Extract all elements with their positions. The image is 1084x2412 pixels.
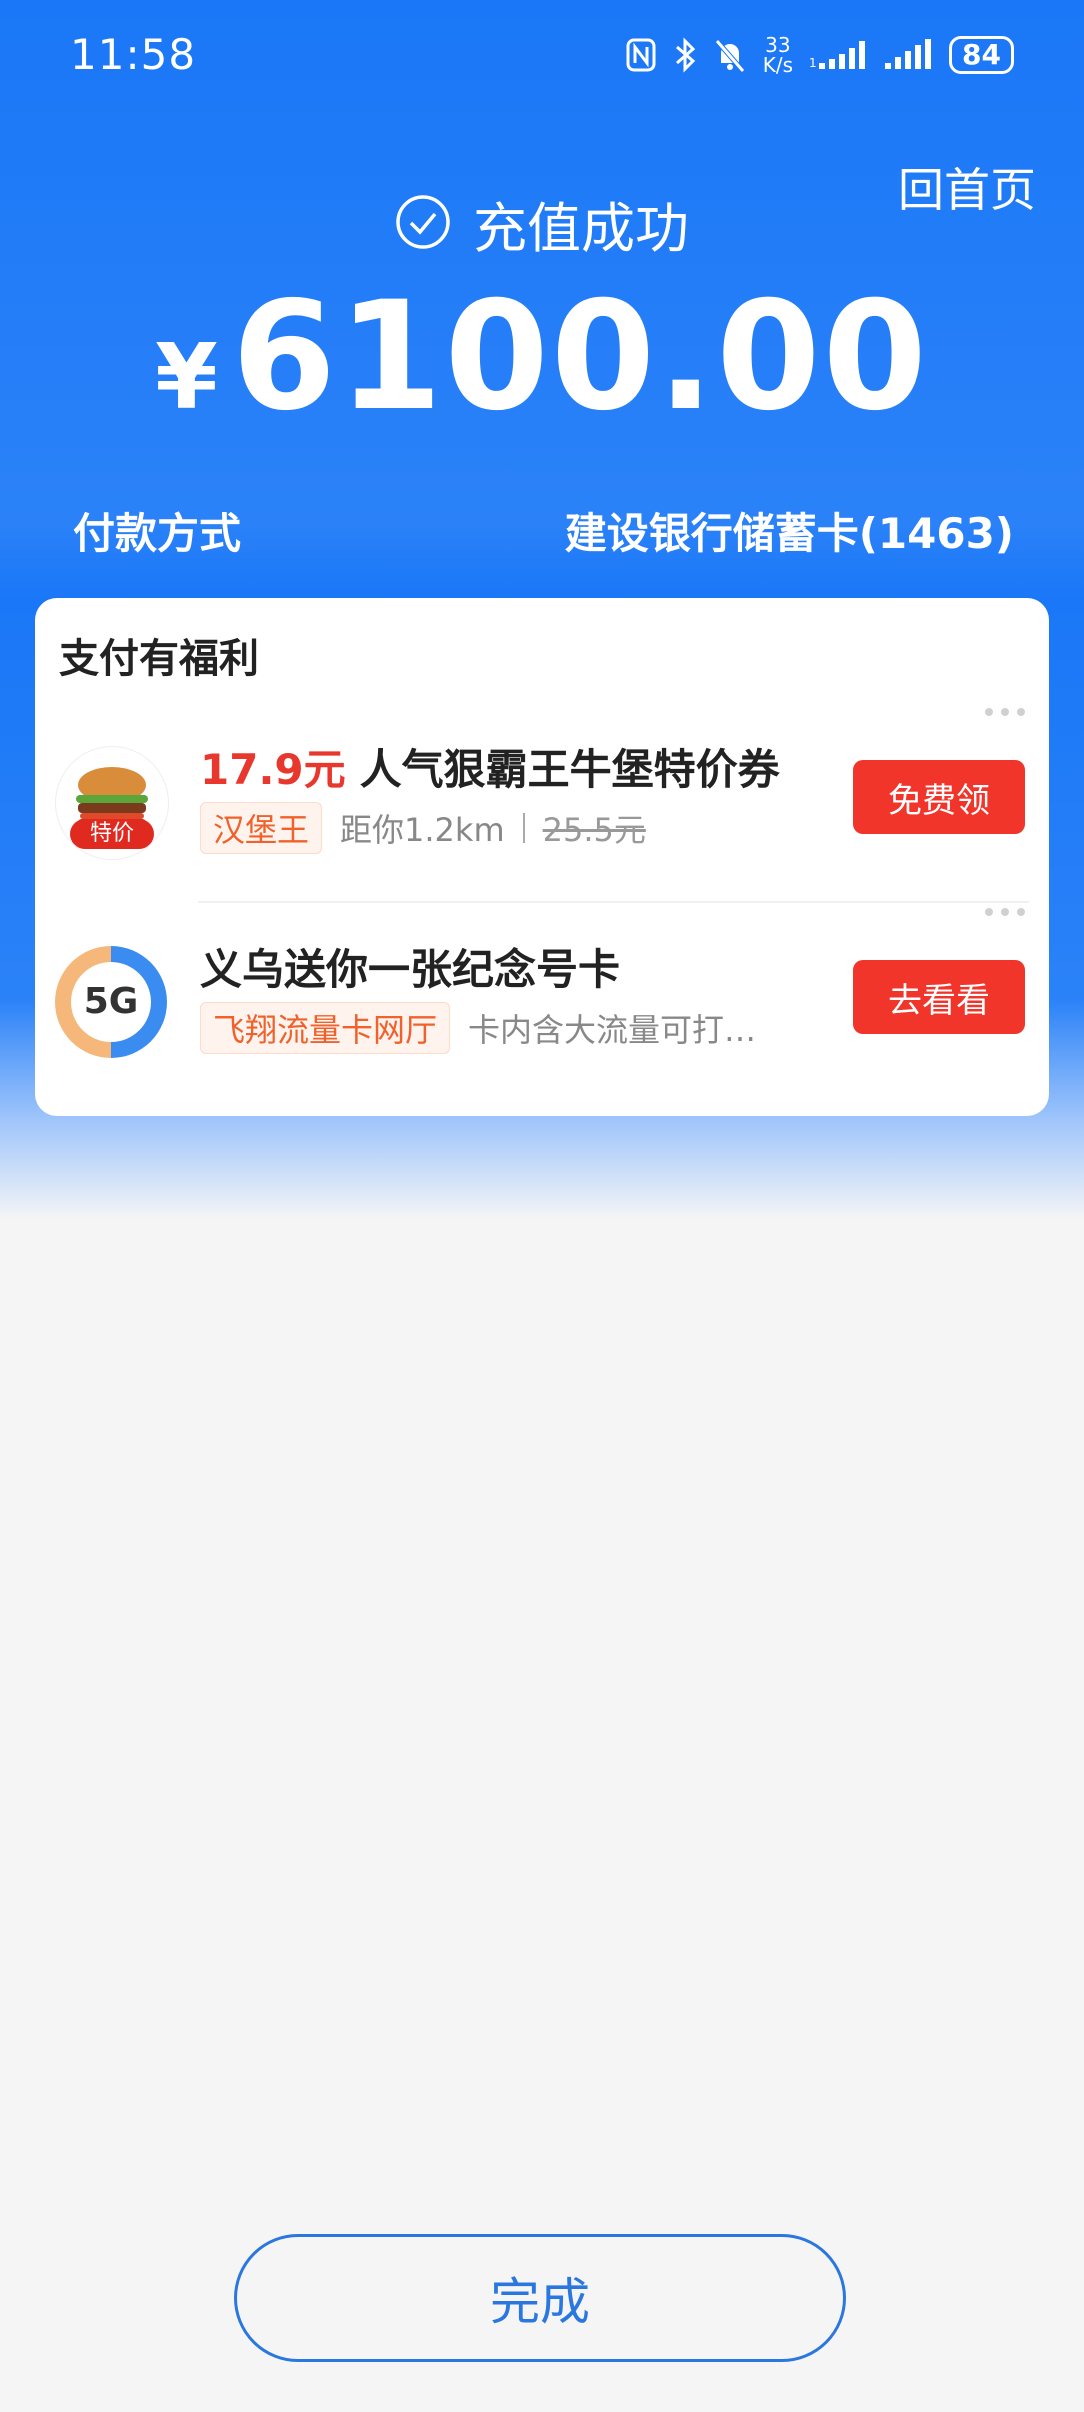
success-banner: 充值成功 (0, 184, 1084, 263)
claim-free-button[interactable]: 免费领 (853, 760, 1025, 834)
offer-headline: 17.9元 人气狠霸王牛堡特价券 (200, 736, 780, 797)
done-button[interactable]: 完成 (234, 2234, 846, 2362)
5g-label: 5G (71, 962, 151, 1042)
network-speed-value: 33 (765, 33, 791, 57)
offer-distance: 距你1.2km (340, 811, 505, 849)
currency-symbol: ¥ (155, 325, 218, 430)
offer-headline: 义乌送你一张纪念号卡 (200, 936, 620, 997)
special-price-tag: 特价 (70, 819, 154, 849)
divider (198, 901, 1029, 903)
status-icons: 33 K/s 1 84 (625, 30, 1014, 80)
separator (522, 813, 525, 843)
merchant-tag: 汉堡王 (200, 802, 323, 854)
offer-title: 人气狠霸王牛堡特价券 (359, 745, 780, 794)
signal-icon (885, 37, 933, 73)
5g-thumbnail: 5G (55, 946, 167, 1058)
offer-details: 汉堡王 距你1.2km 25.5元 (200, 802, 646, 854)
signal-icon: 1 (809, 37, 869, 73)
offer-details: 飞翔流量卡网厅 卡内含大流量可打… (200, 1002, 756, 1054)
status-bar: 11:58 33 K/s 1 84 (0, 0, 1084, 110)
burger-thumbnail: 特价 (55, 746, 169, 860)
status-time: 11:58 (70, 30, 197, 79)
payment-method-value: 建设银行储蓄卡(1463) (564, 509, 1014, 558)
more-options-icon[interactable] (985, 908, 1025, 916)
offer-description: 卡内含大流量可打… (468, 1011, 757, 1049)
benefits-title: 支付有福利 (59, 636, 259, 682)
merchant-tag: 飞翔流量卡网厅 (200, 1002, 451, 1054)
svg-text:1: 1 (809, 56, 817, 70)
original-price: 25.5元 (542, 811, 646, 849)
offer-title: 义乌送你一张纪念号卡 (200, 945, 621, 994)
check-circle-icon (395, 194, 451, 254)
amount-value: 6100.00 (231, 270, 929, 444)
mute-bell-icon (713, 37, 747, 73)
success-text: 充值成功 (473, 197, 689, 260)
offer-item[interactable]: 特价 17.9元 人气狠霸王牛堡特价券 汉堡王 距你1.2km 25.5元 免费领 (35, 708, 1049, 908)
network-speed-unit: K/s (762, 53, 794, 77)
offer-item[interactable]: 5G 义乌送你一张纪念号卡 飞翔流量卡网厅 卡内含大流量可打… 去看看 (35, 908, 1049, 1108)
amount: ¥ 6100.00 (0, 270, 1084, 444)
battery-level: 84 (949, 36, 1014, 74)
payment-method-label: 付款方式 (73, 509, 242, 558)
benefits-card: 支付有福利 特价 17.9元 人气狠霸王牛堡特价券 汉堡王 距你1.2km 25.… (35, 598, 1049, 1116)
network-speed: 33 K/s (763, 35, 793, 75)
nfc-icon (625, 37, 657, 73)
offer-price: 17.9元 (200, 745, 346, 794)
battery-icon: 84 (949, 36, 1014, 74)
more-options-icon[interactable] (985, 708, 1025, 716)
view-offer-button[interactable]: 去看看 (853, 960, 1025, 1034)
bluetooth-icon (673, 37, 697, 73)
